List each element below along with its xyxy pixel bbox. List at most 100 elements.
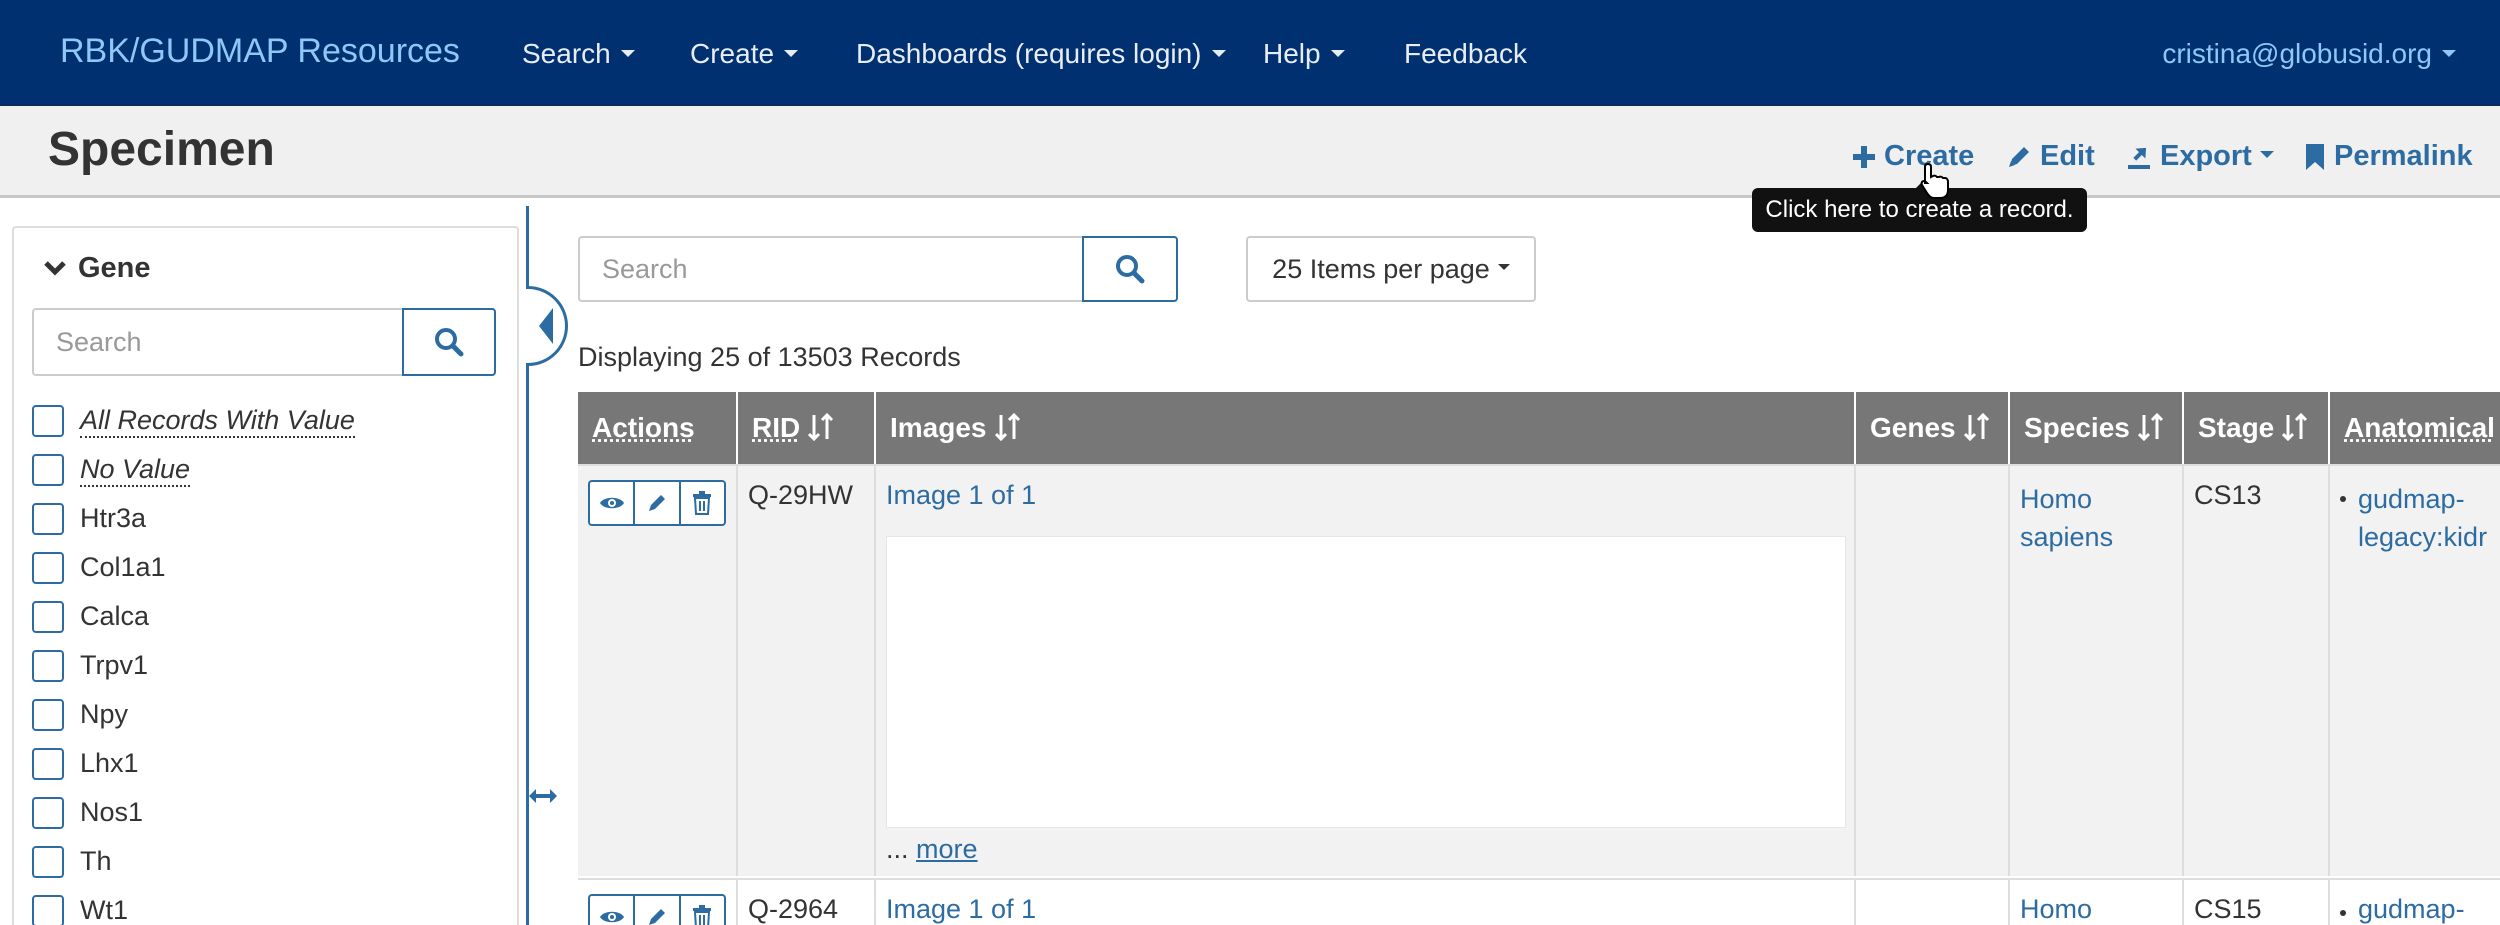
nav-dashboards-menu[interactable]: Dashboards (requires login) bbox=[856, 38, 1226, 70]
caret-down-icon bbox=[1498, 264, 1510, 270]
facet-title-label: Gene bbox=[78, 252, 151, 285]
facet-option[interactable]: Htr3a bbox=[32, 494, 355, 543]
row-action-buttons bbox=[588, 480, 726, 526]
anatomical-list-item: gudmap-legacy:kidr bbox=[2340, 480, 2500, 556]
facet-option[interactable]: Npy bbox=[32, 690, 355, 739]
nav-create-label: Create bbox=[690, 38, 774, 69]
checkbox[interactable] bbox=[32, 797, 64, 829]
sort-icon[interactable] bbox=[2138, 413, 2164, 441]
facet-option-label: All Records With Value bbox=[80, 404, 355, 438]
facet-option-label: Th bbox=[80, 846, 112, 877]
images-cell: Image 1 of 1 ... more bbox=[876, 466, 1856, 876]
facet-search-input[interactable] bbox=[34, 310, 404, 374]
image-preview bbox=[886, 536, 1846, 828]
row-action-buttons bbox=[588, 894, 726, 925]
brand-link[interactable]: RBK/GUDMAP Resources bbox=[60, 32, 460, 71]
export-dropdown[interactable]: Export bbox=[2126, 140, 2274, 173]
checkbox[interactable] bbox=[32, 503, 64, 535]
resize-arrows-icon[interactable] bbox=[528, 786, 558, 806]
permalink-button[interactable]: Permalink bbox=[2304, 140, 2473, 173]
nav-help-label: Help bbox=[1263, 38, 1321, 69]
checkbox[interactable] bbox=[32, 650, 64, 682]
anatomical-link[interactable]: gudmap-legacy:kidr bbox=[2358, 480, 2487, 556]
checkbox[interactable] bbox=[32, 699, 64, 731]
main-search-input[interactable] bbox=[580, 238, 1080, 300]
sort-icon[interactable] bbox=[995, 413, 1021, 441]
nav-create-menu[interactable]: Create bbox=[690, 38, 798, 70]
stage-cell: CS13 bbox=[2184, 466, 2330, 876]
checkbox[interactable] bbox=[32, 405, 64, 437]
nav-feedback-label: Feedback bbox=[1404, 38, 1527, 69]
view-button[interactable] bbox=[590, 896, 635, 925]
main-search-button[interactable] bbox=[1082, 236, 1178, 302]
nav-feedback-link[interactable]: Feedback bbox=[1404, 38, 1527, 70]
facet-option[interactable]: Wt1 bbox=[32, 886, 355, 925]
permalink-label: Permalink bbox=[2334, 140, 2473, 173]
user-menu[interactable]: cristina@globusid.org bbox=[2162, 38, 2456, 70]
edit-row-button[interactable] bbox=[635, 896, 680, 925]
nav-help-menu[interactable]: Help bbox=[1263, 38, 1345, 70]
edit-button[interactable]: Edit bbox=[2006, 140, 2095, 173]
facet-option[interactable]: Trpv1 bbox=[32, 641, 355, 690]
species-link[interactable]: Homo bbox=[2020, 894, 2092, 924]
checkbox[interactable] bbox=[32, 748, 64, 780]
species-link[interactable]: Homo sapiens bbox=[2020, 480, 2172, 556]
facet-search-box bbox=[32, 308, 496, 376]
column-header-stage[interactable]: Stage bbox=[2184, 392, 2330, 464]
records-table: Actions RID Images Genes Species Stage A… bbox=[578, 392, 2500, 925]
column-header-images[interactable]: Images bbox=[876, 392, 1856, 464]
view-button[interactable] bbox=[590, 482, 635, 524]
table-row: Q-29HW Image 1 of 1 ... more Homo sapiens… bbox=[578, 464, 2500, 876]
facet-option-label: Nos1 bbox=[80, 797, 143, 828]
facet-option[interactable]: No Value bbox=[32, 445, 355, 494]
facet-option-label: Col1a1 bbox=[80, 552, 166, 583]
column-header-anatomical[interactable]: Anatomical bbox=[2330, 392, 2500, 464]
sort-icon[interactable] bbox=[808, 413, 834, 441]
checkbox[interactable] bbox=[32, 895, 64, 925]
checkbox[interactable] bbox=[32, 552, 64, 584]
record-count: Displaying 25 of 13503 Records bbox=[578, 342, 961, 373]
facet-search-button[interactable] bbox=[402, 308, 496, 376]
caret-down-icon bbox=[2442, 50, 2456, 57]
caret-down-icon bbox=[784, 50, 798, 57]
user-email: cristina@globusid.org bbox=[2162, 38, 2432, 69]
plus-icon bbox=[1852, 145, 1876, 169]
facet-option[interactable]: Th bbox=[32, 837, 355, 886]
column-header-label: Actions bbox=[592, 412, 695, 443]
sort-icon[interactable] bbox=[2282, 413, 2308, 441]
column-header-actions: Actions bbox=[578, 392, 738, 464]
facet-header-gene[interactable]: Gene bbox=[44, 252, 151, 285]
facet-option[interactable]: Col1a1 bbox=[32, 543, 355, 592]
page-size-label: 25 Items per page bbox=[1272, 254, 1490, 285]
more-link[interactable]: more bbox=[916, 834, 978, 864]
facet-option[interactable]: Nos1 bbox=[32, 788, 355, 837]
column-header-rid[interactable]: RID bbox=[738, 392, 876, 464]
image-link[interactable]: Image 1 of 1 bbox=[886, 894, 1036, 924]
checkbox[interactable] bbox=[32, 846, 64, 878]
nav-search-label: Search bbox=[522, 38, 611, 69]
checkbox[interactable] bbox=[32, 601, 64, 633]
column-header-genes[interactable]: Genes bbox=[1856, 392, 2010, 464]
column-header-species[interactable]: Species bbox=[2010, 392, 2184, 464]
nav-search-menu[interactable]: Search bbox=[522, 38, 635, 70]
image-link[interactable]: Image 1 of 1 bbox=[886, 480, 1036, 510]
delete-button[interactable] bbox=[681, 896, 724, 925]
create-button[interactable]: Create bbox=[1852, 140, 1974, 173]
facet-option-label: Wt1 bbox=[80, 895, 128, 925]
delete-button[interactable] bbox=[681, 482, 724, 524]
genes-cell bbox=[1856, 880, 2010, 925]
caret-down-icon bbox=[621, 50, 635, 57]
page-size-dropdown[interactable]: 25 Items per page bbox=[1246, 236, 1536, 302]
edit-row-button[interactable] bbox=[635, 482, 680, 524]
facet-option[interactable]: All Records With Value bbox=[32, 396, 355, 445]
bullet bbox=[2340, 910, 2346, 916]
checkbox[interactable] bbox=[32, 454, 64, 486]
facet-option[interactable]: Lhx1 bbox=[32, 739, 355, 788]
stage-cell: CS15 bbox=[2184, 880, 2330, 925]
rid-cell: Q-29HW bbox=[738, 466, 876, 876]
collapse-sidebar-button[interactable] bbox=[526, 286, 568, 366]
sort-icon[interactable] bbox=[1964, 413, 1990, 441]
facet-option[interactable]: Calca bbox=[32, 592, 355, 641]
anatomical-link[interactable]: gudmap- bbox=[2358, 894, 2465, 925]
anatomical-list-item: gudmap- bbox=[2340, 894, 2500, 925]
